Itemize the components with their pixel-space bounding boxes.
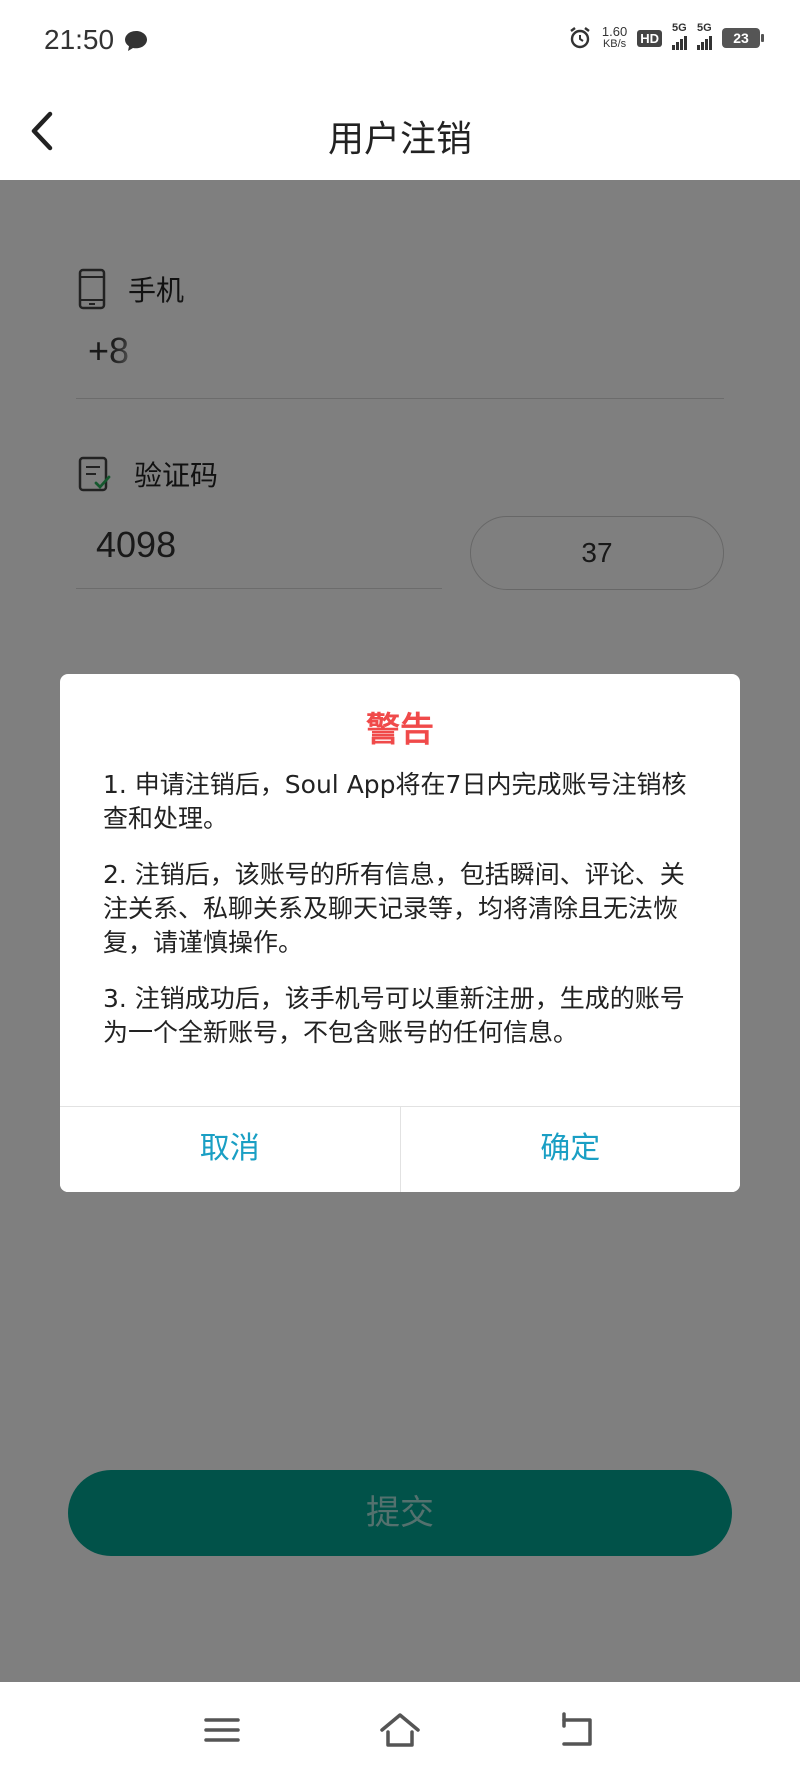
- hd-badge: HD: [637, 29, 662, 47]
- page-title: 用户注销: [327, 119, 472, 160]
- status-time: 21:50: [44, 24, 115, 55]
- status-bar: 21:50 1.60 KB/s HD 5G 5G 23: [0, 0, 800, 84]
- cancel-button[interactable]: 取消: [60, 1107, 401, 1192]
- net-speed: 1.60 KB/s: [601, 24, 628, 50]
- signal-2-label: 5G: [697, 22, 712, 34]
- alarm-icon: [570, 27, 590, 49]
- menu-button[interactable]: [200, 1710, 244, 1750]
- net-speed-value: 1.60: [601, 24, 628, 39]
- dialog-title: 警告: [366, 710, 434, 750]
- battery-indicator: 23: [722, 28, 764, 48]
- dialog-paragraph: 1. 申请注销后，Soul App将在7日内完成账号注销核查和处理。: [103, 770, 687, 833]
- system-nav-bar: [0, 1682, 800, 1778]
- menu-icon: [204, 1718, 240, 1742]
- signal-2: 5G: [697, 22, 712, 50]
- home-icon: [380, 1713, 420, 1747]
- dialog-paragraph: 3. 注销成功后，该手机号可以重新注册，生成的账号为一个全新账号，不包含账号的任…: [103, 984, 685, 1047]
- message-bubble-icon: [125, 31, 147, 51]
- signal-1-label: 5G: [672, 22, 687, 34]
- home-button[interactable]: [378, 1710, 422, 1750]
- status-icons: 1.60 KB/s HD 5G 5G 23: [568, 22, 764, 50]
- dialog-button-row: 取消 确定: [60, 1106, 740, 1192]
- return-button[interactable]: [556, 1710, 600, 1750]
- confirm-button[interactable]: 确定: [400, 1107, 740, 1192]
- warning-dialog: 警告 1. 申请注销后，Soul App将在7日内完成账号注销核查和处理。 2.…: [60, 674, 740, 1192]
- dialog-paragraph: 2. 注销后，该账号的所有信息，包括瞬间、评论、关注关系、私聊关系及聊天记录等，…: [103, 860, 685, 957]
- header: 用户注销: [0, 84, 800, 180]
- return-icon: [562, 1712, 592, 1746]
- net-speed-unit: KB/s: [602, 38, 627, 50]
- signal-1: 5G: [672, 22, 687, 50]
- dialog-body: 1. 申请注销后，Soul App将在7日内完成账号注销核查和处理。 2. 注销…: [103, 768, 703, 1072]
